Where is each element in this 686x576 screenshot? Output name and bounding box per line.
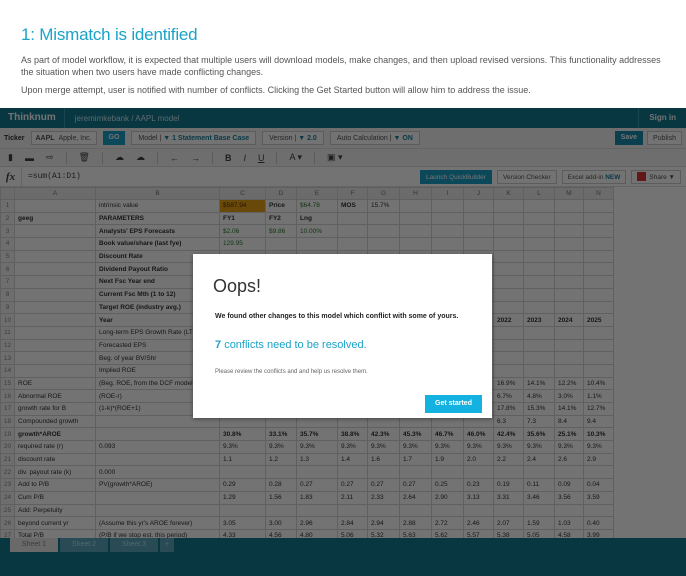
intro-paragraph-1: As part of model workflow, it is expecte… xyxy=(21,55,661,77)
conflict-count-text: 7 conflicts need to be resolved. xyxy=(215,339,367,351)
get-started-button[interactable]: Get started xyxy=(425,395,482,413)
conflict-count: 7 xyxy=(215,339,222,351)
intro-section: 1: Mismatch is identified As part of mod… xyxy=(0,0,686,108)
dialog-message: We found other changes to this model whi… xyxy=(215,313,459,320)
conflict-count-label: conflicts need to be resolved. xyxy=(224,339,367,351)
dialog-title: Oops! xyxy=(213,276,262,296)
dialog-subtext: Please review the conflicts and and help… xyxy=(215,369,368,375)
page-title: 1: Mismatch is identified xyxy=(21,25,198,44)
conflict-dialog: Oops! We found other changes to this mod… xyxy=(193,254,492,418)
intro-paragraph-2: Upon merge attempt, user is notified wit… xyxy=(21,85,531,95)
